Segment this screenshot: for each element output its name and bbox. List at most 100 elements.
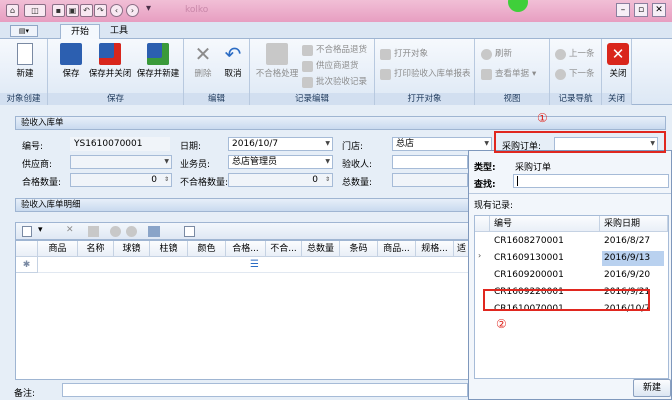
edit-icon[interactable]	[184, 226, 195, 237]
minimize-icon[interactable]: –	[616, 3, 630, 17]
column-header[interactable]: 编号	[490, 216, 600, 232]
maximize-icon[interactable]: ▫	[634, 3, 648, 17]
close-icon[interactable]: ✕	[652, 3, 666, 17]
column-header[interactable]: 条码	[340, 241, 378, 257]
prev-record-button[interactable]: 上一条	[555, 47, 595, 61]
print-report-button[interactable]: 打印验收入库单报表	[380, 67, 471, 81]
supplier-label: 供应商:	[22, 160, 53, 170]
column-header[interactable]: 名称	[78, 241, 114, 257]
print-icon[interactable]	[148, 226, 160, 237]
save-new-icon	[147, 43, 169, 65]
column-header[interactable]: 合格...	[226, 241, 266, 257]
save-close-icon[interactable]: ▣	[66, 4, 79, 17]
save-button[interactable]: 保存	[58, 43, 84, 79]
window-title: kolko	[185, 5, 209, 15]
group-create: 新建 对象创建	[0, 39, 48, 105]
delete-button[interactable]: ✕ 删除	[190, 43, 216, 79]
store-field[interactable]: 总店 ▼	[392, 137, 492, 151]
chevron-down-icon[interactable]: ▾	[38, 225, 43, 235]
open-object-button[interactable]: 打开对象	[380, 47, 428, 61]
supplier-return-button[interactable]: 供应商退货	[302, 59, 359, 73]
print-icon	[380, 68, 391, 80]
back-icon[interactable]: ‹	[110, 4, 123, 17]
list-item[interactable]: CR1608270001 2016/8/27	[490, 233, 665, 250]
app-menu-button[interactable]: ▤▾	[10, 25, 38, 37]
close-button[interactable]: ✕ 关闭	[606, 43, 630, 79]
customize-quick-access-icon[interactable]: ▾	[146, 3, 151, 14]
column-header[interactable]: 柱镜	[150, 241, 188, 257]
column-header[interactable]: 商品...	[378, 241, 416, 257]
unqualified-return-button[interactable]: 不合格品退货	[302, 43, 367, 57]
header-panel-title: 验收入库单	[15, 116, 666, 130]
chevron-down-icon: ▼	[484, 140, 489, 147]
code-field[interactable]: YS1610070001	[70, 137, 170, 151]
save-close-button[interactable]: 保存并关闭	[86, 43, 134, 79]
list-item[interactable]: CR1609130001 2016/9/13	[490, 250, 665, 267]
chevron-down-icon: ▼	[325, 140, 330, 147]
annotation-marker-1: ①	[537, 111, 548, 125]
salesman-field[interactable]: 总店管理员 ▼	[228, 155, 333, 169]
search-label: 查找:	[474, 180, 496, 190]
new-button[interactable]: 新建	[633, 379, 671, 397]
tab-tools[interactable]: 工具	[100, 24, 138, 39]
redo-icon[interactable]: ↷	[94, 4, 107, 17]
view-document-button[interactable]: 查看单据 ▾	[481, 67, 536, 81]
list-item[interactable]: CR1609200001 2016/9/20	[490, 267, 665, 284]
undo-icon[interactable]: ↶	[80, 4, 93, 17]
arrow-down-icon	[555, 68, 566, 80]
column-header[interactable]: 不合...	[266, 241, 302, 257]
remarks-field[interactable]	[62, 383, 468, 397]
supplier-field[interactable]: ▼	[70, 155, 172, 169]
save-icon[interactable]: ▪	[52, 4, 65, 17]
new-button[interactable]: 新建	[10, 43, 40, 79]
refresh-button[interactable]: 刷新	[481, 47, 512, 61]
code-label: 编号:	[22, 142, 44, 152]
type-value: 采购订单	[515, 163, 552, 173]
column-header[interactable]: 规格...	[416, 241, 454, 257]
home-icon	[266, 43, 288, 65]
row-pointer-icon: ›	[478, 251, 482, 260]
remarks-label: 备注:	[14, 389, 36, 399]
search-input[interactable]	[513, 174, 669, 188]
delete-row-icon[interactable]: ✕	[66, 225, 74, 235]
layout-icon[interactable]: ◫	[24, 4, 46, 17]
tab-start[interactable]: 开始	[60, 24, 101, 39]
move-down-icon[interactable]	[126, 226, 137, 237]
next-record-button[interactable]: 下一条	[555, 67, 595, 81]
group-close: ✕ 关闭 关闭	[602, 39, 632, 105]
spinner-icon: ⇕	[324, 176, 330, 183]
inspector-field[interactable]	[392, 155, 468, 169]
batch-record-button[interactable]: 批次验收记录	[302, 75, 367, 89]
list-icon[interactable]: ☰	[250, 259, 259, 270]
app-icon[interactable]: ⌂	[6, 4, 19, 17]
grid-corner	[16, 241, 38, 257]
qualified-label: 合格数量:	[22, 178, 62, 188]
spinner-icon: ⇕	[163, 176, 169, 183]
column-header[interactable]: 颜色	[188, 241, 226, 257]
detail-grid[interactable]: 商品 名称 球镜 柱镜 颜色 合格... 不合... 总数量 条码 商品... …	[15, 240, 470, 380]
records-label: 现有记录:	[474, 201, 514, 211]
total-label: 总数量:	[342, 178, 373, 188]
view-icon	[481, 68, 492, 80]
new-row-icon[interactable]	[22, 226, 32, 237]
column-header[interactable]: 球镜	[114, 241, 150, 257]
unqualified-field[interactable]: 0 ⇕	[228, 173, 333, 187]
unqualified-handle-button[interactable]: 不合格处理	[254, 43, 300, 79]
forward-icon[interactable]: ›	[126, 4, 139, 17]
unqualified-label: 不合格数量:	[180, 178, 229, 188]
column-header[interactable]: 总数量	[302, 241, 340, 257]
qualified-field[interactable]: 0 ⇕	[70, 173, 172, 187]
refresh-icon	[481, 48, 492, 60]
column-header[interactable]: 采购日期	[600, 216, 668, 232]
store-label: 门店:	[342, 142, 364, 152]
save-new-button[interactable]: 保存并新建	[134, 43, 182, 79]
type-label: 类型:	[474, 163, 496, 173]
total-field[interactable]	[392, 173, 468, 187]
move-up-icon[interactable]	[110, 226, 121, 237]
copy-icon[interactable]	[88, 226, 99, 237]
column-header[interactable]: 商品	[38, 241, 78, 257]
chevron-down-icon: ▼	[164, 158, 169, 165]
date-field[interactable]: 2016/10/7 ▼	[228, 137, 333, 151]
po-lookup-popup: 类型: 采购订单 查找: 现有记录: 编号 采购日期 CR1608270001 2…	[468, 150, 672, 400]
cancel-button[interactable]: ↶ 取消	[220, 43, 246, 79]
